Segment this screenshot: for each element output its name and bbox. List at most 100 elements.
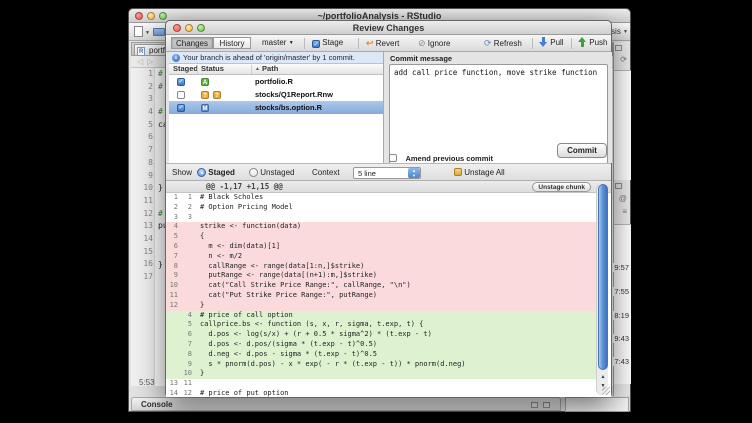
pane1-content xyxy=(614,70,631,180)
staged-checkbox[interactable] xyxy=(177,91,185,99)
editor-gutter-line: 7 xyxy=(131,144,154,157)
changes-tab[interactable]: Changes xyxy=(171,37,213,49)
file-path: stocks/Q1Report.Rnw xyxy=(255,88,333,101)
refresh-button[interactable]: ⟳ Refresh xyxy=(484,35,522,52)
diff-line-text: # Black Scholes xyxy=(194,193,263,203)
diff-line-text: n <- m/2 xyxy=(194,252,242,262)
diff-line[interactable]: 8 callRange <- range(data[1:n,]$strike) xyxy=(166,262,600,272)
nav-back-icon[interactable]: ◁ xyxy=(137,56,143,68)
dialog-titlebar[interactable]: Review Changes xyxy=(166,21,611,35)
diff-line[interactable]: 6 m <- dim(data)[1] xyxy=(166,242,600,252)
old-line-number: 14 xyxy=(166,389,180,397)
diff-line[interactable]: 10} xyxy=(166,369,600,379)
diff-line[interactable]: 12} xyxy=(166,301,600,311)
diff-line[interactable]: 7 d.pos <- d.pos/(sigma * (t.exp - t)^0.… xyxy=(166,340,600,350)
staged-radio[interactable]: Staged xyxy=(197,168,235,177)
diff-line[interactable]: 22# Option Pricing Model xyxy=(166,203,600,213)
editor-gutter-line: 9 xyxy=(131,170,154,183)
file-row[interactable]: ✓Mstocks/bs.option.R xyxy=(169,101,384,114)
new-line-number xyxy=(180,262,194,272)
branch-dropdown[interactable]: master ▼ xyxy=(262,35,294,52)
column-status[interactable]: Status xyxy=(201,64,224,74)
pane2-minimize-icon[interactable] xyxy=(615,183,622,189)
dialog-toolbar: Changes History master ▼ ✓ Stage ↩ Rever… xyxy=(166,35,611,52)
diff-line-text: cat("Call Strike Price Range:", callRang… xyxy=(194,281,411,291)
new-line-number: 5 xyxy=(180,320,194,330)
diff-line[interactable]: 11# Black Scholes xyxy=(166,193,600,203)
file-row[interactable]: ??stocks/Q1Report.Rnw xyxy=(169,88,384,101)
select-stepper-icon: ▲▼ xyxy=(408,168,420,178)
diff-line[interactable]: 1412# price of put option xyxy=(166,389,600,397)
ignore-button[interactable]: ⊘ Ignore xyxy=(418,35,450,52)
new-line-number xyxy=(180,232,194,242)
ignore-icon: ⊘ xyxy=(418,35,426,51)
right-pane-sliver: ⟳ @ ≡ , 9:57, 7:55, 8:199:43, 7:43 xyxy=(613,42,630,396)
history-tab[interactable]: History xyxy=(213,37,251,49)
pane1-minimize-icon[interactable] xyxy=(615,45,622,51)
old-line-number: 12 xyxy=(166,301,180,311)
line-number: 2 xyxy=(131,81,153,94)
staged-checkbox[interactable]: ✓ xyxy=(177,104,185,112)
old-line-number xyxy=(166,320,180,330)
new-line-number: 4 xyxy=(180,311,194,321)
column-path[interactable]: ▲ Path xyxy=(255,64,278,74)
new-file-caret-icon[interactable]: ▼ xyxy=(145,30,150,36)
line-number: 7 xyxy=(131,144,153,157)
commit-time-fragment: , 9:57 xyxy=(609,263,629,272)
diff-line-list: 11# Black Scholes22# Option Pricing Mode… xyxy=(166,193,600,397)
resize-grip[interactable] xyxy=(602,387,610,395)
context-select[interactable]: 5 line ▲▼ xyxy=(353,167,421,179)
diff-line[interactable]: 9 s * pnorm(d.pos) - x * exp( - r * (t.e… xyxy=(166,360,600,370)
console-maximize-icon[interactable] xyxy=(543,402,550,408)
scrollbar-thumb[interactable] xyxy=(598,184,608,370)
diff-line[interactable]: 4strike <- function(data) xyxy=(166,222,600,232)
pull-button[interactable]: Pull xyxy=(539,35,564,52)
diff-line[interactable]: 5callprice.bs <- function (s, x, r, sigm… xyxy=(166,320,600,330)
diff-scrollbar[interactable]: ▲▼ xyxy=(596,183,608,395)
nav-forward-icon[interactable]: ▷ xyxy=(147,56,153,68)
diff-line[interactable]: 5{ xyxy=(166,232,600,242)
old-line-number: 1 xyxy=(166,193,180,203)
new-file-icon[interactable] xyxy=(134,26,143,37)
diff-line[interactable]: 11 cat("Put Strike Price Range:", putRan… xyxy=(166,291,600,301)
amend-checkbox[interactable] xyxy=(389,154,397,162)
console-minimize-icon[interactable] xyxy=(531,402,538,408)
column-staged[interactable]: Staged xyxy=(173,64,198,74)
file-row[interactable]: ✓Aportfolio.R xyxy=(169,75,384,88)
diff-line[interactable]: 33 xyxy=(166,213,600,223)
editor-gutter-line: 15 xyxy=(131,246,154,259)
diff-line[interactable]: 4# price of call option xyxy=(166,311,600,321)
unstaged-radio[interactable]: Unstaged xyxy=(249,168,294,177)
file-path: stocks/bs.option.R xyxy=(255,101,322,114)
commit-message-label: Commit message xyxy=(390,54,452,63)
pane1-refresh-icon[interactable]: ⟳ xyxy=(620,55,627,64)
code-fragment: # xyxy=(158,68,163,81)
diff-line[interactable]: 1311 xyxy=(166,379,600,389)
pane2-list-icon[interactable]: ≡ xyxy=(622,207,627,216)
open-file-icon[interactable] xyxy=(153,28,165,36)
new-line-number xyxy=(180,252,194,262)
dialog-title: Review Changes xyxy=(166,21,611,35)
new-line-number: 8 xyxy=(180,350,194,360)
push-button[interactable]: Push xyxy=(578,35,607,52)
revert-icon: ↩ xyxy=(366,35,374,51)
commit-button[interactable]: Commit xyxy=(557,143,607,158)
diff-line[interactable]: 7 n <- m/2 xyxy=(166,252,600,262)
revert-button[interactable]: ↩ Revert xyxy=(366,35,399,52)
push-icon xyxy=(578,37,587,47)
chunk-header-bar: @@ -1,17 +1,15 @@ Unstage chunk xyxy=(166,181,611,193)
staged-checkbox[interactable]: ✓ xyxy=(177,78,185,86)
stage-button[interactable]: ✓ Stage xyxy=(312,35,343,52)
status-badge: A xyxy=(201,78,209,86)
context-value: 5 line xyxy=(358,169,376,178)
diff-line[interactable]: 6 d.pos <- log(s/x) + (r + 0.5 * sigma^2… xyxy=(166,330,600,340)
console-pane-header[interactable]: Console xyxy=(131,397,561,411)
diff-line[interactable]: 9 putRange <- range(data[(n+1):m,]$strik… xyxy=(166,271,600,281)
pane2-at-icon[interactable]: @ xyxy=(619,194,627,203)
line-number: 9 xyxy=(131,170,153,183)
diff-line[interactable]: 10 cat("Call Strike Price Range:", callR… xyxy=(166,281,600,291)
diff-line[interactable]: 8 d.neg <- d.pos - sigma * (t.exp - t)^0… xyxy=(166,350,600,360)
line-number: 14 xyxy=(131,233,153,246)
unstage-all-button[interactable]: Unstage All xyxy=(454,168,505,177)
unstage-chunk-button[interactable]: Unstage chunk xyxy=(532,182,591,192)
